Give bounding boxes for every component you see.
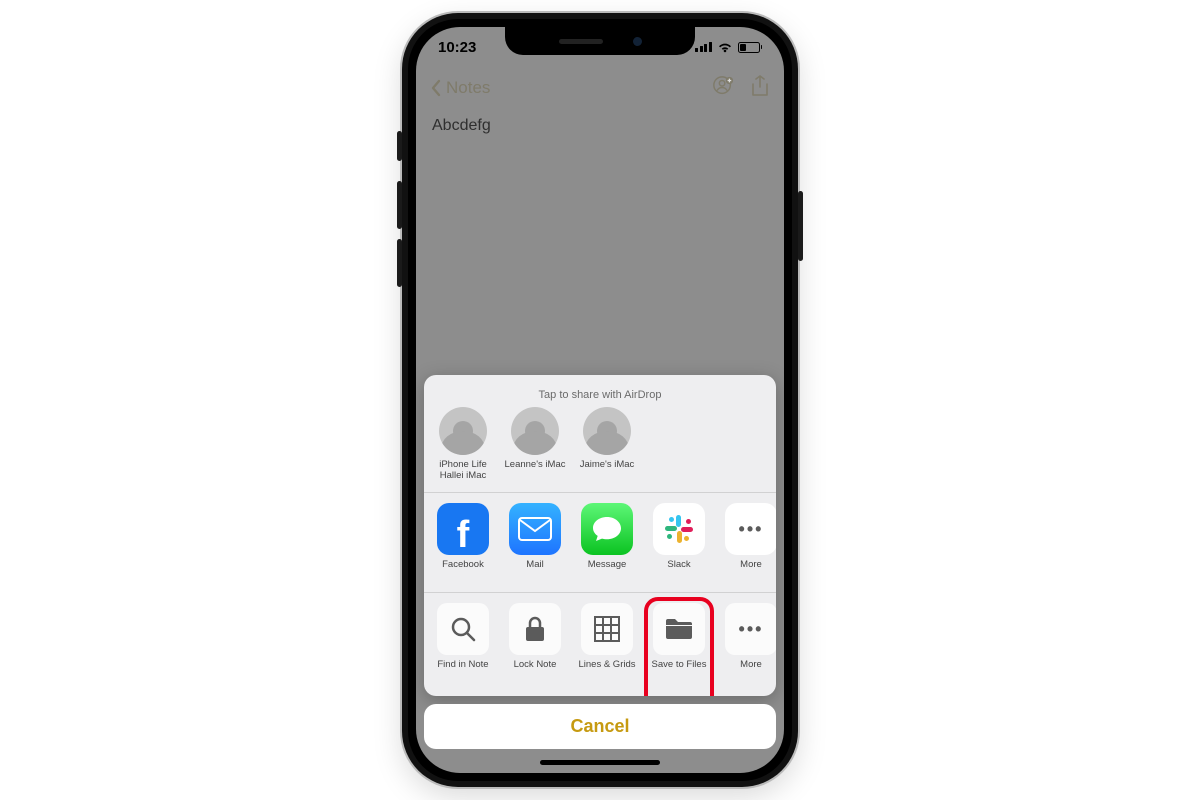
airdrop-header: Tap to share with AirDrop bbox=[432, 385, 768, 407]
volume-down-button bbox=[397, 239, 402, 287]
notch bbox=[505, 27, 695, 55]
folder-icon bbox=[653, 603, 705, 655]
share-icon[interactable] bbox=[750, 75, 770, 102]
power-button bbox=[798, 191, 803, 261]
more-icon: ••• bbox=[725, 503, 776, 555]
more-icon: ••• bbox=[725, 603, 776, 655]
airdrop-contact-label: iPhone Life Hallei iMac bbox=[431, 460, 495, 482]
share-apps-section: f Facebook Mail bbox=[424, 493, 776, 593]
status-time: 10:23 bbox=[438, 39, 476, 56]
front-camera-icon bbox=[633, 37, 642, 46]
airdrop-contact-label: Leanne's iMac bbox=[503, 460, 567, 482]
share-app-label: Message bbox=[575, 560, 639, 582]
share-sheet: Tap to share with AirDrop iPhone Life Ha… bbox=[416, 375, 784, 773]
message-icon bbox=[581, 503, 633, 555]
share-app-facebook[interactable]: f Facebook bbox=[434, 503, 492, 582]
action-lines-grids[interactable]: Lines & Grids bbox=[578, 603, 636, 682]
mute-switch bbox=[397, 131, 402, 161]
action-label: More bbox=[719, 660, 776, 682]
facebook-icon: f bbox=[437, 503, 489, 555]
cancel-button[interactable]: Cancel bbox=[424, 704, 776, 749]
share-app-message[interactable]: Message bbox=[578, 503, 636, 582]
airdrop-section: Tap to share with AirDrop iPhone Life Ha… bbox=[424, 375, 776, 493]
share-app-label: Facebook bbox=[431, 560, 495, 582]
action-label: Lines & Grids bbox=[575, 660, 639, 682]
action-label: Lock Note bbox=[503, 660, 567, 682]
speaker-grille bbox=[559, 39, 603, 44]
search-icon bbox=[437, 603, 489, 655]
action-lock-note[interactable]: Lock Note bbox=[506, 603, 564, 682]
action-more[interactable]: ••• More bbox=[722, 603, 776, 682]
share-app-label: Mail bbox=[503, 560, 567, 582]
airdrop-contact[interactable]: Jaime's iMac bbox=[578, 407, 636, 482]
back-label: Notes bbox=[446, 78, 490, 98]
screen: 10:23 Notes bbox=[416, 27, 784, 773]
action-label: Find in Note bbox=[431, 660, 495, 682]
share-app-label: More bbox=[719, 560, 776, 582]
action-label: Save to Files bbox=[647, 660, 711, 682]
share-actions-section: Find in Note Lock Note bbox=[424, 593, 776, 696]
airdrop-contact-label: Jaime's iMac bbox=[575, 460, 639, 482]
share-app-mail[interactable]: Mail bbox=[506, 503, 564, 582]
grid-icon bbox=[581, 603, 633, 655]
slack-icon bbox=[653, 503, 705, 555]
home-indicator[interactable] bbox=[540, 760, 660, 765]
avatar-icon bbox=[439, 407, 487, 455]
note-body-text: Abcdefg bbox=[416, 109, 784, 143]
chevron-left-icon bbox=[430, 79, 442, 97]
action-save-to-files[interactable]: Save to Files bbox=[650, 603, 708, 682]
battery-icon bbox=[738, 42, 763, 53]
airdrop-contact[interactable]: iPhone Life Hallei iMac bbox=[434, 407, 492, 482]
volume-up-button bbox=[397, 181, 402, 229]
share-app-label: Slack bbox=[647, 560, 711, 582]
airdrop-contact[interactable]: Leanne's iMac bbox=[506, 407, 564, 482]
avatar-icon bbox=[511, 407, 559, 455]
back-button[interactable]: Notes bbox=[430, 78, 490, 98]
mail-icon bbox=[509, 503, 561, 555]
avatar-icon bbox=[583, 407, 631, 455]
iphone-frame: 10:23 Notes bbox=[402, 13, 798, 787]
wifi-icon bbox=[717, 41, 733, 53]
add-collaborator-icon[interactable] bbox=[712, 75, 734, 102]
signal-icon bbox=[695, 42, 712, 52]
lock-icon bbox=[509, 603, 561, 655]
action-find-in-note[interactable]: Find in Note bbox=[434, 603, 492, 682]
share-app-more[interactable]: ••• More bbox=[722, 503, 776, 582]
share-app-slack[interactable]: Slack bbox=[650, 503, 708, 582]
